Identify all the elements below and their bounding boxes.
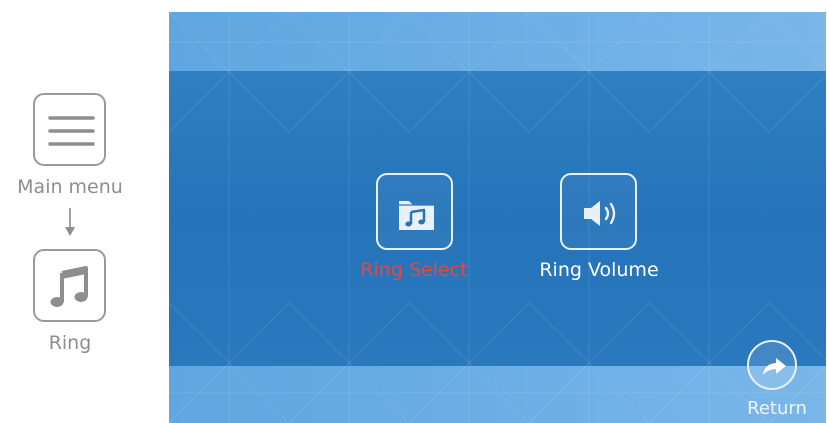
main-menu-label: Main menu xyxy=(17,176,123,198)
ring-select-button[interactable] xyxy=(376,173,453,250)
ring-icon xyxy=(33,249,106,322)
down-arrow-icon xyxy=(65,208,75,236)
music-folder-icon xyxy=(399,201,434,230)
ring-volume-label: Ring Volume xyxy=(539,259,659,281)
return-button[interactable] xyxy=(747,340,797,390)
main-menu-icon xyxy=(33,93,106,166)
music-note-icon xyxy=(50,266,88,307)
hamburger-menu-icon xyxy=(48,116,95,146)
speaker-volume-icon xyxy=(584,201,616,226)
return-label: Return xyxy=(747,398,807,419)
device-screen: Ring Select Ring Volume Return xyxy=(169,12,826,423)
ring-volume-button[interactable] xyxy=(560,173,637,250)
background-pattern xyxy=(169,12,826,423)
ring-select-label: Ring Select xyxy=(360,259,468,281)
ring-label: Ring xyxy=(48,332,92,354)
return-arrow-icon xyxy=(763,358,786,375)
